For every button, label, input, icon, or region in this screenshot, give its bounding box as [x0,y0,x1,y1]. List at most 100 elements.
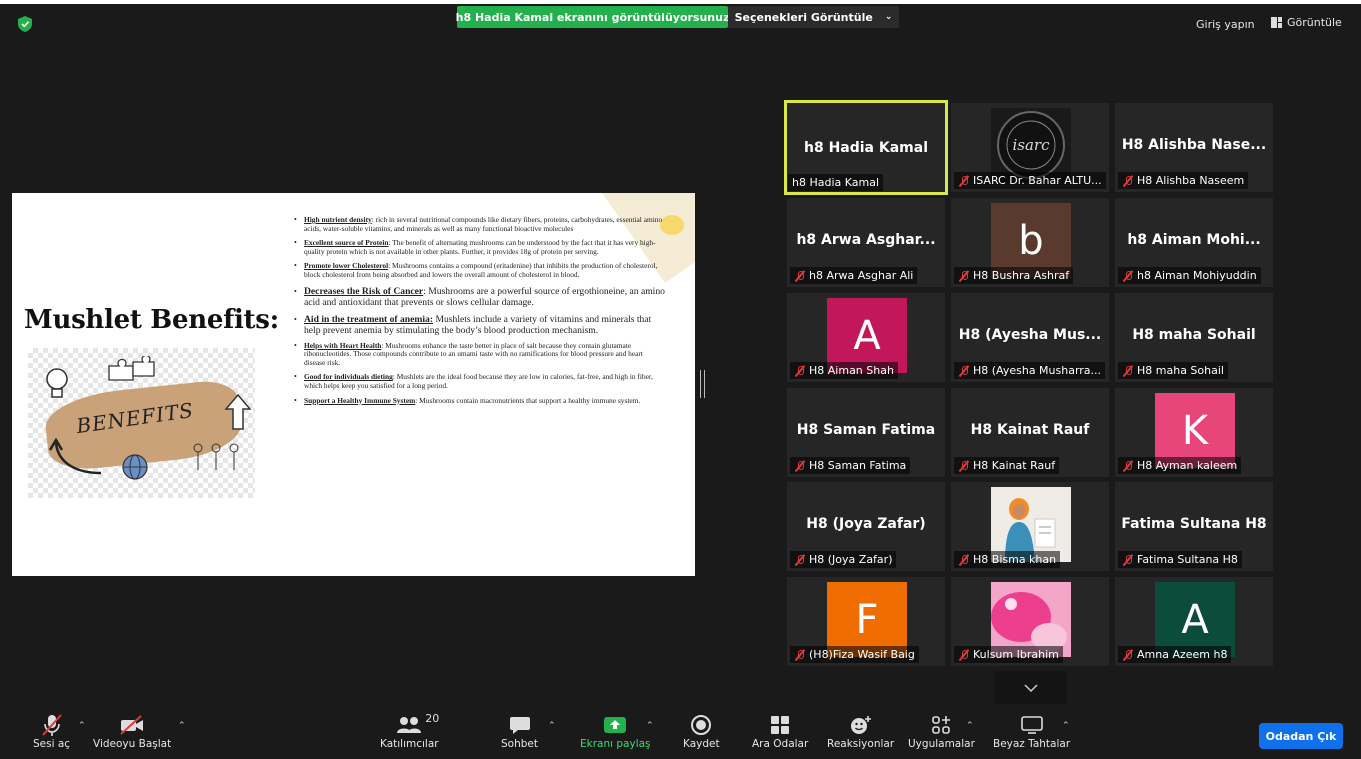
participant-name-label: H8 maha Sohail [1118,362,1228,379]
breakout-rooms-icon [769,712,791,738]
participant-display-name: h8 Aiman Mohi... [1127,232,1261,248]
split-view-drag-handle[interactable] [700,370,705,398]
chat-icon [509,712,531,738]
participant-display-name: H8 maha Sohail [1132,327,1256,343]
chat-button[interactable]: Sohbet [501,712,538,750]
apps-icon [930,712,952,738]
chat-label: Sohbet [501,738,538,750]
video-options-caret[interactable]: ⌃ [178,721,186,731]
participant-display-name: H8 Saman Fatima [796,422,936,438]
participant-tile[interactable]: Fatima Sultana H8 Fatima Sultana H8 [1115,482,1273,571]
gallery-view-icon [1271,17,1282,28]
participant-tile[interactable]: A Amna Azeem h8 [1115,577,1273,666]
login-link[interactable]: Giriş yapın [1196,18,1255,31]
participants-icon: 20 [395,712,439,738]
participant-name-label: H8 Aiman Shah [790,362,898,379]
participant-name-label: h8 Arwa Asghar Ali [790,267,918,284]
benefits-illustration: BENEFITS [28,348,255,498]
participant-name-label: H8 Alishba Naseem [1118,172,1249,189]
participant-tile[interactable]: h8 Aiman Mohi... h8 Aiman Mohiyuddin [1115,198,1273,287]
participant-tile[interactable]: Kulsum Ibrahim [951,577,1109,666]
participant-tile[interactable]: h8 Arwa Asghar... h8 Arwa Asghar Ali [787,198,945,287]
benefit-item: High nutrient density: rich in several n… [294,215,666,233]
participant-tile[interactable]: H8 (Joya Zafar) H8 (Joya Zafar) [787,482,945,571]
apps-button[interactable]: Uygulamalar [908,712,975,750]
mic-muted-icon [958,649,970,661]
participant-name-label: Fatima Sultana H8 [1118,551,1242,568]
participant-tile[interactable]: H8 (Ayesha Mus... H8 (Ayesha Musharra... [951,293,1109,382]
share-options-caret[interactable]: ⌃ [646,721,654,731]
mic-muted-icon [794,365,806,377]
participant-tile[interactable]: H8 Saman Fatima H8 Saman Fatima [787,388,945,477]
whiteboards-button[interactable]: Beyaz Tahtalar [993,712,1070,750]
mic-muted-icon [958,175,970,187]
mic-muted-icon [1122,365,1134,377]
participant-name-label: H8 (Ayesha Musharra... [954,362,1106,379]
participant-tile[interactable]: b H8 Bushra Ashraf [951,198,1109,287]
start-video-button[interactable]: Videoyu Başlat [93,712,171,750]
participant-display-name: Fatima Sultana H8 [1121,516,1267,532]
whiteboard-options-caret[interactable]: ⌃ [1062,721,1070,731]
participants-label: Katılımcılar [380,738,439,750]
mic-muted-icon [958,460,970,472]
chat-options-caret[interactable]: ⌃ [548,721,556,731]
record-label: Kaydet [683,738,720,750]
mic-muted-icon [1122,460,1134,472]
zoom-meeting-window: h8 Hadia Kamal ekranını görüntülüyorsunu… [0,0,1361,759]
participant-name-label: H8 Bisma khan [954,551,1061,568]
breakout-rooms-button[interactable]: Ara Odalar [752,712,808,750]
participant-display-name: h8 Arwa Asghar... [796,232,936,248]
mic-muted-icon [1122,649,1134,661]
participant-name-label: h8 Aiman Mohiyuddin [1118,267,1261,284]
shared-screen-slide: Mushlet Benefits: BENEFITS • High nutrie… [12,193,695,576]
participant-tile[interactable]: isarc ISARC Dr. Bahar ALTU... [951,103,1109,192]
participant-tile[interactable]: F (H8)Fiza Wasif Baig [787,577,945,666]
benefit-item: Good for individuals dieting: Mushlets a… [294,373,666,390]
mic-muted-icon [794,460,806,472]
globe-icon [122,454,148,480]
participant-display-name: H8 Kainat Rauf [970,422,1090,438]
view-button[interactable]: Görüntüle [1271,16,1342,29]
audio-options-caret[interactable]: ⌃ [78,721,86,731]
participant-name-label: H8 Bushra Ashraf [954,267,1074,284]
video-off-icon [119,712,145,738]
participant-display-name: H8 Alishba Nase... [1121,137,1267,153]
record-button[interactable]: Kaydet [683,712,720,750]
leave-meeting-button[interactable]: Odadan Çık [1259,723,1343,749]
participant-name-label: H8 Kainat Rauf [954,457,1060,474]
view-options-button[interactable]: Seçenekleri Görüntüle ⌄ [728,6,899,28]
participant-tile[interactable]: H8 maha Sohail H8 maha Sohail [1115,293,1273,382]
screen-share-banner: h8 Hadia Kamal ekranını görüntülüyorsunu… [456,6,729,28]
shield-icon[interactable] [18,16,32,32]
participant-display-name: h8 Hadia Kamal [803,140,929,156]
unmute-label: Sesi aç [33,738,71,750]
benefits-list: High nutrient density: rich in several n… [294,215,666,411]
participant-name-label: H8 (Joya Zafar) [790,551,897,568]
participants-button[interactable]: 20 Katılımcılar [380,712,439,750]
mic-muted-icon [1122,175,1134,187]
gallery-scroll-down-button[interactable] [994,671,1067,704]
participant-name-label: H8 Ayman kaleem [1118,457,1242,474]
participant-display-name: H8 (Joya Zafar) [806,516,926,532]
participant-tile[interactable]: H8 Bisma khan [951,482,1109,571]
curved-arrow-icon [48,438,102,475]
share-screen-icon [603,712,627,738]
slide-title: Mushlet Benefits: [24,305,279,335]
share-screen-button[interactable]: Ekranı paylaş [580,712,651,750]
participant-tile[interactable]: A H8 Aiman Shah [787,293,945,382]
participant-tile[interactable]: H8 Alishba Nase... H8 Alishba Naseem [1115,103,1273,192]
chevron-down-icon [1023,683,1038,692]
participants-count: 20 [425,712,440,725]
participant-tile[interactable]: h8 Hadia Kamal h8 Hadia Kamal [784,100,948,195]
apps-label: Uygulamalar [908,738,975,750]
unmute-button[interactable]: Sesi aç [33,712,70,750]
mic-muted-icon [794,270,806,282]
meeting-toolbar: Sesi aç ⌃ Videoyu Başlat ⌃ 20 Katılımcıl… [0,706,1361,759]
people-sketch-icon [193,443,239,470]
reactions-button[interactable]: Reaksiyonlar [827,712,894,750]
mic-muted-icon [794,554,806,566]
apps-options-caret[interactable]: ⌃ [966,721,974,731]
participant-tile[interactable]: K H8 Ayman kaleem [1115,388,1273,477]
mic-muted-icon [794,649,806,661]
participant-tile[interactable]: H8 Kainat Rauf H8 Kainat Rauf [951,388,1109,477]
